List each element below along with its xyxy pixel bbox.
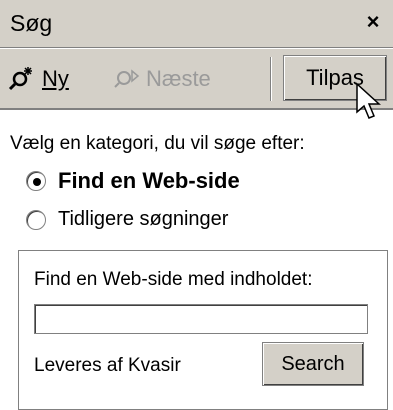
title-bar: Søg × <box>0 0 393 48</box>
toolbar-separator <box>270 57 272 101</box>
toolbar: Ny Næste Tilpas <box>0 48 393 110</box>
new-search-icon <box>8 65 36 93</box>
pane-title: Søg <box>10 10 53 36</box>
radio-button-selected[interactable] <box>26 171 46 191</box>
provider-text: Leveres af Kvasir <box>34 355 181 376</box>
option-label: Find en Web-side <box>58 168 240 193</box>
new-search-button[interactable]: Ny <box>8 61 69 97</box>
search-input[interactable] <box>34 304 368 334</box>
mouse-pointer-icon <box>355 82 383 122</box>
new-search-label: Ny <box>42 66 69 91</box>
category-prompt: Vælg en kategori, du vil søge efter: <box>10 133 305 154</box>
radio-button[interactable] <box>26 209 46 230</box>
next-button[interactable]: Næste <box>112 61 211 97</box>
search-button[interactable]: Search <box>262 342 364 386</box>
search-pane: Søg × Ny Næste Tilpas Vælg en kategori, … <box>0 0 393 410</box>
close-button[interactable]: × <box>361 8 385 36</box>
next-search-icon <box>112 65 140 93</box>
option-find-web-page[interactable]: Find en Web-side <box>26 168 240 194</box>
option-label: Tidligere søgninger <box>58 208 229 230</box>
option-previous-searches[interactable]: Tidligere søgninger <box>26 208 228 231</box>
search-field-label: Find en Web-side med indholdet: <box>34 269 313 290</box>
next-label: Næste <box>146 66 211 91</box>
